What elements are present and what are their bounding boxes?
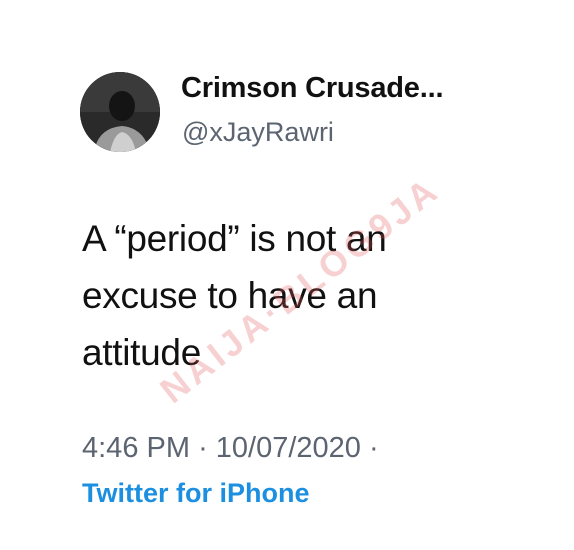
display-name[interactable]: Crimson Crusade... <box>181 72 444 105</box>
tweet-card: Crimson Crusade... @xJayRawri A “period”… <box>0 0 574 550</box>
tweet-text-line: attitude <box>82 332 201 373</box>
tweet-date: 10/07/2020 <box>215 432 361 464</box>
tweet-timestamp[interactable]: 4:46 PM · 10/07/2020 · <box>82 432 379 465</box>
separator-dot: · <box>369 432 379 464</box>
tweet-source-link[interactable]: Twitter for iPhone <box>82 478 310 509</box>
profile-photo-icon <box>80 72 160 152</box>
tweet-text: A “period” is not an excuse to have an a… <box>82 210 502 381</box>
user-handle[interactable]: @xJayRawri <box>182 117 334 148</box>
separator-dot: · <box>198 432 208 464</box>
tweet-text-line: A “period” is not an <box>82 218 387 259</box>
avatar[interactable] <box>80 72 160 152</box>
tweet-text-line: excuse to have an <box>82 275 378 316</box>
tweet-time: 4:46 PM <box>82 432 190 464</box>
